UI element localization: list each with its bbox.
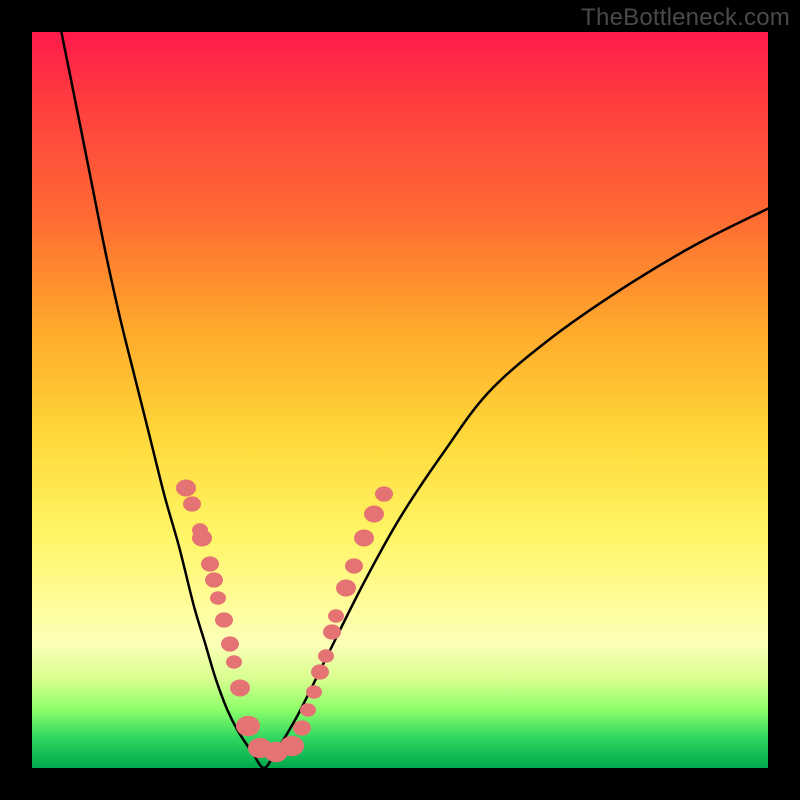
bead <box>192 530 212 547</box>
bead <box>336 580 356 597</box>
bead <box>364 506 384 523</box>
bead <box>221 636 239 651</box>
plot-area <box>32 32 768 768</box>
bottleneck-curve <box>61 32 768 768</box>
bead <box>215 612 233 627</box>
bead <box>328 609 344 623</box>
bead <box>230 680 250 697</box>
bead <box>176 480 196 497</box>
bead <box>323 624 341 639</box>
bead <box>345 558 363 573</box>
watermark-label: TheBottleneck.com <box>581 4 790 32</box>
bead <box>280 736 304 756</box>
bead <box>311 664 329 679</box>
bead <box>226 655 242 669</box>
bead <box>236 716 260 736</box>
chart-frame: TheBottleneck.com <box>0 0 800 800</box>
bead <box>210 591 226 605</box>
bead <box>205 572 223 587</box>
bead <box>183 496 201 511</box>
bead <box>300 703 316 717</box>
hotspot-beads <box>176 480 393 763</box>
bead <box>293 720 311 735</box>
curve-svg <box>32 32 768 768</box>
bead <box>375 486 393 501</box>
bead <box>354 530 374 547</box>
bead <box>201 556 219 571</box>
bead <box>318 649 334 663</box>
bead <box>306 685 322 699</box>
